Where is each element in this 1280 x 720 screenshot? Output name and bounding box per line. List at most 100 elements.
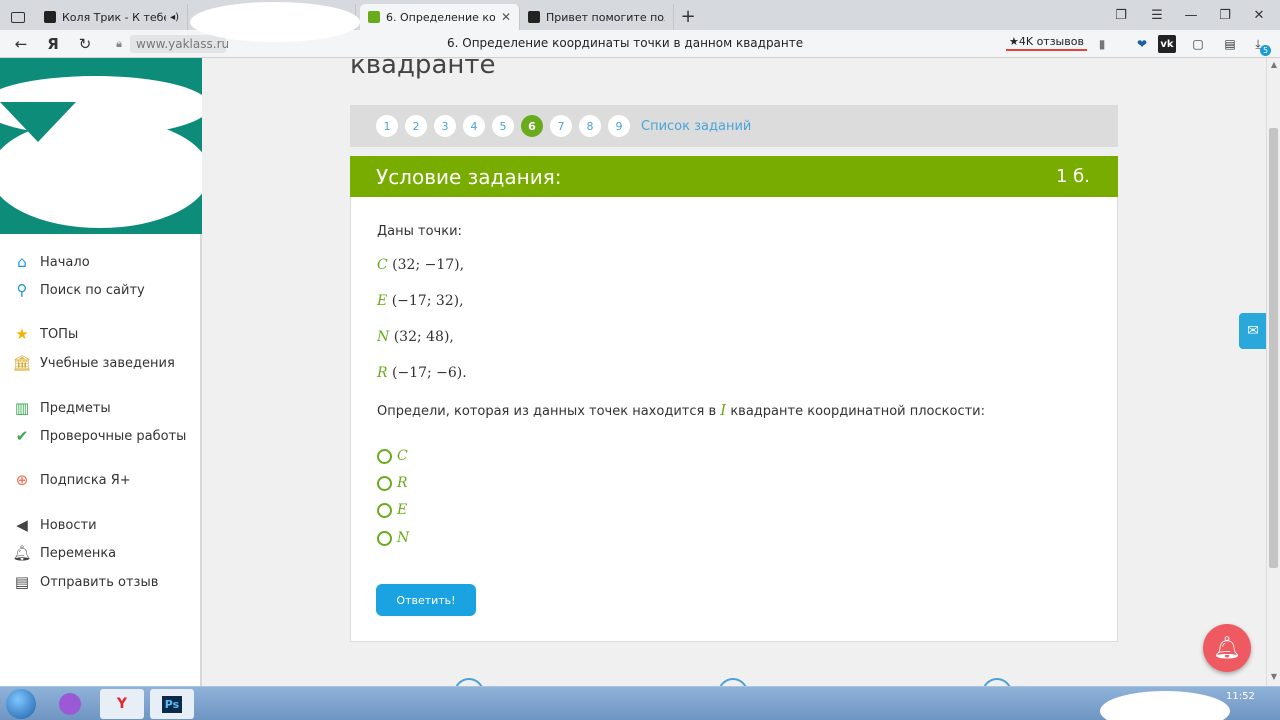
tab-label: Привет помогите пожа xyxy=(546,10,665,24)
radio-button[interactable] xyxy=(377,530,392,546)
answer-option-c[interactable]: C xyxy=(377,448,408,464)
back-button[interactable]: ← xyxy=(10,33,32,55)
sidebar-banner xyxy=(0,58,202,234)
main-content: квадранте 1 2 3 4 5 6 7 8 9 Список задан… xyxy=(204,58,1266,686)
close-window-button[interactable]: ✕ xyxy=(1244,4,1274,26)
heart-icon[interactable]: ❤ xyxy=(1132,35,1152,53)
taskbar-app-messenger[interactable] xyxy=(48,689,92,719)
photoshop-icon: Ps xyxy=(161,695,183,713)
redaction-mark xyxy=(1100,691,1230,720)
radio-button[interactable] xyxy=(377,475,392,491)
tab-label: Коля Трик - К тебе xyxy=(62,10,167,24)
tab-yaklass[interactable]: 6. Определение коорди ✕ xyxy=(360,4,520,30)
messenger-icon xyxy=(59,693,81,715)
redaction-mark xyxy=(190,2,360,42)
sidebar-item-label: Поиск по сайту xyxy=(40,282,145,298)
start-button[interactable] xyxy=(6,689,36,719)
tab-znanija[interactable]: Привет помогите пожа xyxy=(520,4,674,30)
task-list-link[interactable]: Список заданий xyxy=(641,119,751,134)
page-4[interactable]: 4 xyxy=(463,115,485,137)
plus-subscription-icon: ⊕ xyxy=(15,471,29,489)
radio-button[interactable] xyxy=(377,448,392,464)
address-bar: ← Я ↻ 🔒︎ www.yaklass.ru 6. Определение к… xyxy=(0,30,1280,58)
tab-label: 6. Определение коорди xyxy=(386,10,495,24)
youtube-icon xyxy=(44,11,56,23)
chat-icon[interactable]: ▢ xyxy=(1188,35,1208,53)
bottom-nav-circle[interactable] xyxy=(718,678,748,686)
sidebar-item-feedback[interactable]: ▤ Отправить отзыв xyxy=(12,572,158,592)
search-icon: ⚲ xyxy=(16,281,28,299)
page-3[interactable]: 3 xyxy=(434,115,456,137)
task-intro: Даны точки: xyxy=(377,224,462,239)
tab-kolya[interactable]: Коля Трик - К тебе ◂) xyxy=(36,4,188,30)
scroll-up-icon[interactable]: ▲ xyxy=(1269,60,1279,70)
close-tab-icon[interactable]: ✕ xyxy=(501,10,511,24)
sidebar-item-tops[interactable]: ★ ТОПы xyxy=(12,324,78,344)
url-field[interactable]: www.yaklass.ru xyxy=(130,35,229,53)
page-heading: квадранте xyxy=(350,58,496,80)
bookmark-icon[interactable]: ▮ xyxy=(1092,35,1112,53)
notification-bell-button[interactable]: 🔔︎ xyxy=(1203,624,1251,672)
bottom-nav-circle[interactable] xyxy=(454,678,484,686)
taskbar-app-photoshop[interactable]: Ps xyxy=(150,689,194,719)
page-8[interactable]: 8 xyxy=(579,115,601,137)
sidebar-item-subscription[interactable]: ⊕ Подписка Я+ xyxy=(12,470,131,490)
maximize-button[interactable]: ❐ xyxy=(1210,4,1240,26)
mail-icon[interactable]: ✉ xyxy=(1239,313,1267,349)
sidebar-item-home[interactable]: ⌂ Начало xyxy=(12,252,90,272)
notes-icon[interactable]: ▤ xyxy=(1220,35,1240,53)
institution-icon: 🏛︎ xyxy=(12,354,32,372)
new-tab-button[interactable]: + xyxy=(674,6,702,27)
bookmarks-icon[interactable]: ❐ xyxy=(1106,4,1136,26)
reviews-badge[interactable]: ★4K отзывов xyxy=(1006,34,1087,51)
radio-button[interactable] xyxy=(377,502,392,518)
point-r: R (−17; −6). xyxy=(377,365,467,381)
page-7[interactable]: 7 xyxy=(550,115,572,137)
page-5[interactable]: 5 xyxy=(492,115,514,137)
task-body: Даны точки: C (32; −17), E (−17; 32), N … xyxy=(350,197,1118,642)
scroll-thumb[interactable] xyxy=(1269,128,1278,568)
page-scrollbar[interactable]: ▲ ▼ xyxy=(1266,58,1280,686)
sidebar-item-break[interactable]: 🔔︎ Переменка xyxy=(12,543,116,563)
sidebar-item-label: Проверочные работы xyxy=(40,428,187,444)
sidebar-item-subjects[interactable]: ▥ Предметы xyxy=(12,398,111,418)
sidebar-item-tests[interactable]: ✔ Проверочные работы xyxy=(12,426,187,446)
book-icon: ▥ xyxy=(14,399,30,417)
minimize-button[interactable]: — xyxy=(1176,4,1206,26)
logo-shape xyxy=(0,102,76,142)
home-icon: ⌂ xyxy=(17,253,27,271)
vk-icon[interactable]: vk xyxy=(1158,35,1176,53)
point-n: N (32; 48), xyxy=(377,329,454,345)
page-9[interactable]: 9 xyxy=(608,115,630,137)
sidebar-item-label: Начало xyxy=(40,254,90,270)
bottom-nav-circle[interactable] xyxy=(982,678,1012,686)
feedback-icon: ▤ xyxy=(14,573,30,591)
sidebar-item-institutions[interactable]: 🏛︎ Учебные заведения xyxy=(12,353,175,373)
sidebar-item-search[interactable]: ⚲ Поиск по сайту xyxy=(12,280,145,300)
taskbar-app-yandex[interactable]: Y xyxy=(100,689,144,719)
answer-option-r[interactable]: R xyxy=(377,475,408,491)
scroll-down-icon[interactable]: ▼ xyxy=(1269,672,1279,682)
yaklass-icon xyxy=(368,11,380,23)
bell-icon: 🔔︎ xyxy=(12,544,32,562)
page-2[interactable]: 2 xyxy=(405,115,427,137)
task-header: Условие задания: 1 б. xyxy=(350,156,1118,197)
page-1[interactable]: 1 xyxy=(376,115,398,137)
star-icon: ★ xyxy=(15,325,29,343)
page-6-current[interactable]: 6 xyxy=(521,115,543,137)
menu-icon[interactable]: ☰ xyxy=(1142,4,1172,26)
site-sidebar: ⌂ Начало ⚲ Поиск по сайту ★ ТОПы 🏛︎ Учеб… xyxy=(0,58,202,686)
reload-button[interactable]: ↻ xyxy=(74,33,96,55)
task-points: 1 б. xyxy=(1056,166,1090,187)
answer-option-e[interactable]: E xyxy=(377,502,407,518)
yandex-logo[interactable]: Я xyxy=(42,33,64,55)
sidebar-item-news[interactable]: ◀ Новости xyxy=(12,515,96,535)
answer-option-n[interactable]: N xyxy=(377,530,409,546)
sidebar-item-label: Отправить отзыв xyxy=(40,574,159,590)
check-circle-icon: ✔ xyxy=(15,427,29,445)
sidebar-item-label: Учебные заведения xyxy=(40,355,175,371)
submit-answer-button[interactable]: Ответить! xyxy=(376,584,476,616)
point-e: E (−17; 32), xyxy=(377,293,464,309)
speaker-icon: ◂) xyxy=(170,11,179,23)
sidebar-toggle-button[interactable] xyxy=(0,4,36,30)
